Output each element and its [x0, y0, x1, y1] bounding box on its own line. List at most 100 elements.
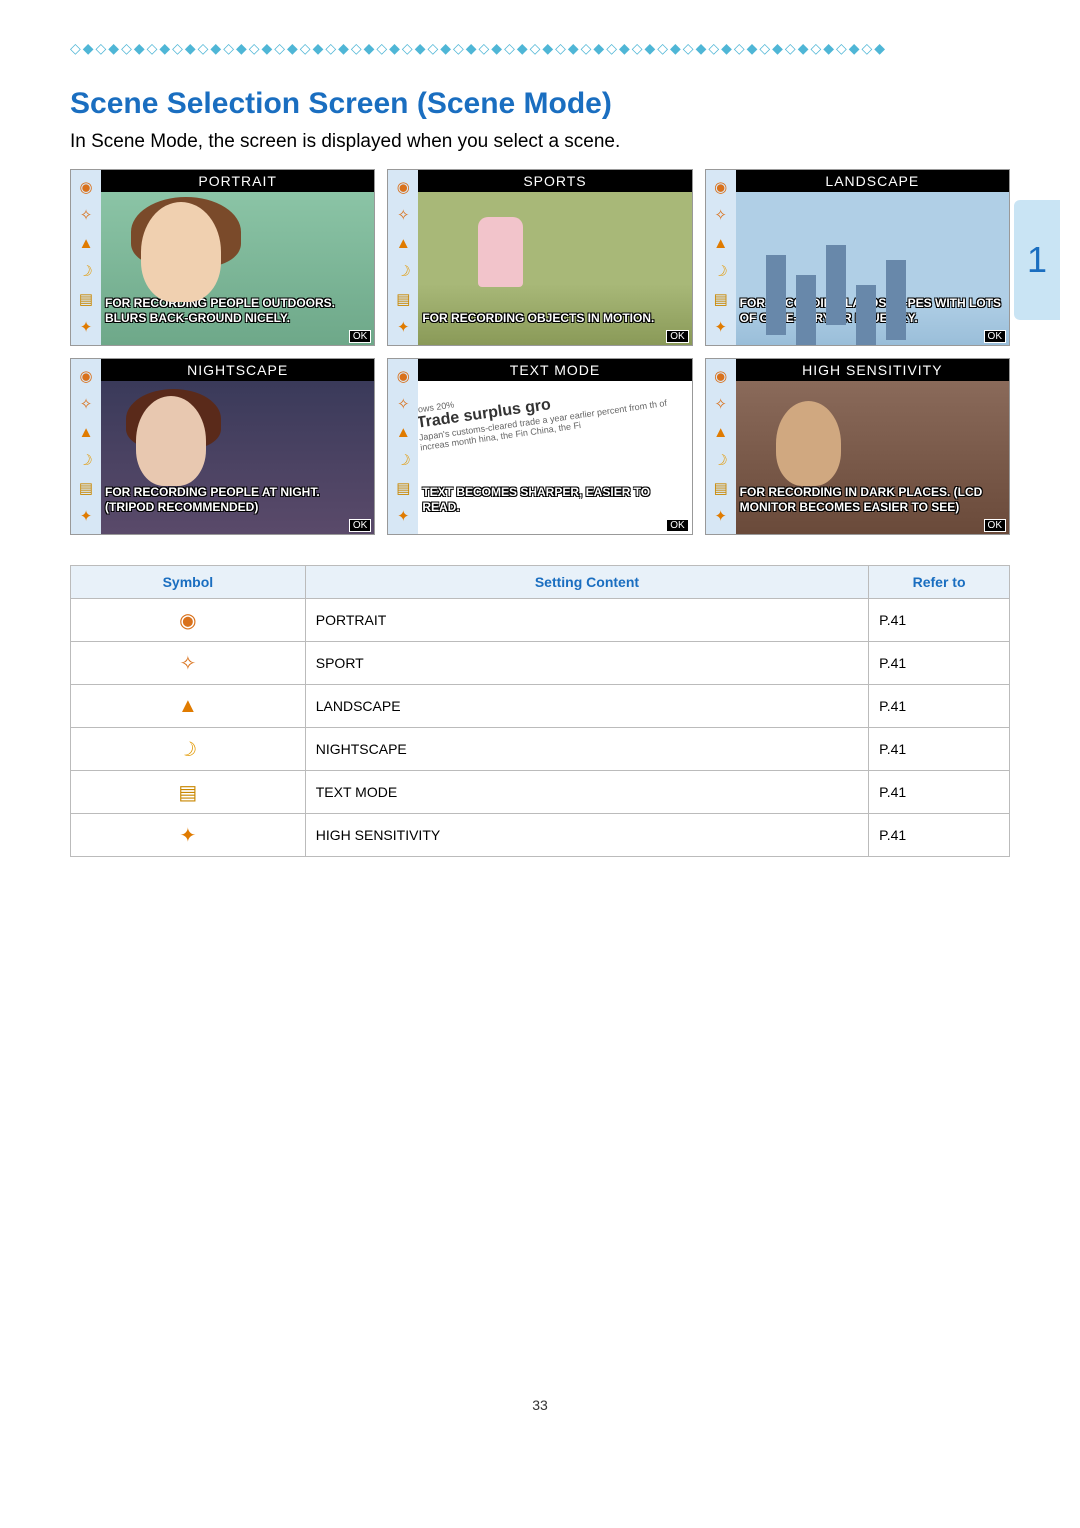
scene-card: ◉✧▲☽▤✦LANDSCAPEFOR RECORDING LANDSCA-PES…	[705, 169, 1010, 346]
symbol-icon: ✧	[179, 653, 196, 675]
mode-icon: ✦	[80, 509, 93, 524]
reference-table: Symbol Setting Content Refer to ◉PORTRAI…	[70, 565, 1010, 857]
symbol-cell: ☽	[71, 728, 306, 771]
ok-badge: OK	[666, 330, 688, 343]
symbol-icon: ▤	[178, 782, 197, 804]
mode-icon: ▤	[79, 481, 93, 496]
symbol-icon: ☽	[175, 734, 200, 764]
scene-card: ◉ ✧ ▲ ☽ ▤ ✦ NIGHTSCAPE FOR RECORDING PEOPLE AT …	[70, 358, 375, 535]
mode-icon: ✧	[714, 397, 727, 412]
mode-icon: ✦	[397, 509, 410, 524]
mode-icon: ▲	[396, 425, 411, 440]
mode-icon: ◉	[714, 369, 727, 384]
scene-desc: FOR RECORDING LANDSCA-PES WITH LOTS OF G…	[740, 296, 1005, 327]
refer-cell: P.41	[869, 599, 1010, 642]
scene-body: FOR RECORDING IN DARK PLACES. (LCD MONIT…	[736, 381, 1009, 534]
mode-icon: ◉	[397, 369, 410, 384]
mode-icon: ☽	[394, 451, 412, 470]
mode-icon: ✦	[80, 320, 93, 335]
table-row: ✦HIGH SENSITIVITYP.41	[71, 814, 1010, 857]
scene-title: LANDSCAPE	[736, 170, 1009, 192]
table-row: ✧ SPORTP.41	[71, 642, 1010, 685]
scene-desc: TEXT BECOMES SHARPER, EASIER TO READ.	[422, 485, 687, 516]
content-cell: NIGHTSCAPE	[305, 728, 868, 771]
mode-icon: ▤	[79, 292, 93, 307]
col-refer: Refer to	[869, 566, 1010, 599]
refer-cell: P.41	[869, 685, 1010, 728]
symbol-icon: ▲	[178, 695, 198, 717]
scene-desc: FOR RECORDING PEOPLE AT NIGHT. (TRIPOD R…	[105, 485, 370, 516]
intro-text: In Scene Mode, the screen is displayed w…	[70, 131, 1010, 153]
mode-icon: ✧	[397, 397, 410, 412]
mode-icon: ▲	[713, 425, 728, 440]
scene-title: HIGH SENSITIVITY	[736, 359, 1009, 381]
refer-cell: P.41	[869, 728, 1010, 771]
scene-main: PORTRAITFOR RECORDING PEOPLE OUTDOORS. B…	[101, 170, 374, 345]
decorative-divider: ◇◆◇◆◇◆◇◆◇◆◇◆◇◆◇◆◇◆◇◆◇◆◇◆◇◆◇◆◇◆◇◆◇◆◇◆◇◆◇◆…	[70, 40, 1010, 57]
mode-icon: ✧	[714, 208, 727, 223]
mode-icon: ✦	[397, 320, 410, 335]
icon-strip: ◉✧▲☽▤✦	[388, 359, 418, 534]
scene-body: FOR RECORDING PEOPLE AT NIGHT. (TRIPOD R…	[101, 381, 374, 534]
mode-icon: ▲	[79, 425, 94, 440]
mode-icon: ◉	[397, 180, 410, 195]
scene-desc: FOR RECORDING IN DARK PLACES. (LCD MONIT…	[740, 485, 1005, 516]
mode-icon: ▤	[396, 292, 410, 307]
scene-desc: FOR RECORDING OBJECTS IN MOTION.	[422, 311, 687, 327]
page-title: Scene Selection Screen (Scene Mode)	[70, 87, 1010, 121]
icon-strip: ◉✧▲☽▤✦	[706, 170, 736, 345]
scene-title: SPORTS	[418, 170, 691, 192]
scene-title: TEXT MODE	[418, 359, 691, 381]
mode-icon: ✧	[80, 397, 93, 412]
scene-main: LANDSCAPE FOR RECORDING LANDSCA-PES WITH …	[736, 170, 1009, 345]
scene-title: PORTRAIT	[101, 170, 374, 192]
col-symbol: Symbol	[71, 566, 306, 599]
ok-badge: OK	[984, 330, 1006, 343]
scene-grid: ◉ ✧ ▲ ☽ ▤ ✦ PORTRAITFOR RECORDING PEOPLE OUTDO…	[70, 169, 1010, 535]
mode-icon: ☽	[77, 451, 95, 470]
content-cell: TEXT MODE	[305, 771, 868, 814]
section-tab: 1	[1014, 200, 1060, 320]
ok-badge: OK	[349, 519, 371, 532]
scene-main: NIGHTSCAPE FOR RECORDING PEOPLE AT NIGHT.…	[101, 359, 374, 534]
content-cell: HIGH SENSITIVITY	[305, 814, 868, 857]
ok-badge: OK	[349, 330, 371, 343]
scene-main: HIGH SENSITIVITY FOR RECORDING IN DARK PL…	[736, 359, 1009, 534]
mode-icon: ▲	[396, 236, 411, 251]
icon-strip: ◉✧▲☽▤✦	[388, 170, 418, 345]
mode-icon: ▤	[714, 292, 728, 307]
scene-body: FOR RECORDING PEOPLE OUTDOORS. BLURS BAC…	[101, 192, 374, 345]
icon-strip: ◉✧▲☽▤✦	[71, 170, 101, 345]
mode-icon: ◉	[79, 369, 92, 384]
mode-icon: ✦	[714, 509, 727, 524]
table-row: ☽ NIGHTSCAPEP.41	[71, 728, 1010, 771]
refer-cell: P.41	[869, 642, 1010, 685]
icon-strip: ◉ ✧ ▲ ☽ ▤ ✦	[71, 359, 101, 534]
mode-icon: ✦	[714, 320, 727, 335]
icon-strip: ◉ ✧ ▲ ☽ ▤ ✦	[706, 359, 736, 534]
symbol-cell: ◉	[71, 599, 306, 642]
mode-icon: ▤	[714, 481, 728, 496]
symbol-cell: ▲	[71, 685, 306, 728]
scene-title: NIGHTSCAPE	[101, 359, 374, 381]
scene-main: SPORTS FOR RECORDING OBJECTS IN MOTION. OK	[418, 170, 691, 345]
scene-card: ◉✧▲☽▤✦PORTRAITFOR RECORDING PEOPLE OUTDO…	[70, 169, 375, 346]
mode-icon: ☽	[712, 451, 730, 470]
ok-badge: OK	[666, 519, 688, 532]
scene-card: ◉ ✧ ▲ ☽ ▤ ✦ HIGH SENSITIVITY FOR RECORDING IN D…	[705, 358, 1010, 535]
mode-icon: ✧	[80, 208, 93, 223]
content-cell: SPORT	[305, 642, 868, 685]
col-content: Setting Content	[305, 566, 868, 599]
symbol-cell: ✧	[71, 642, 306, 685]
scene-card: ◉✧▲☽▤✦SPORTSFOR RECORDING OBJECTS IN MOT…	[387, 169, 692, 346]
scene-card: ◉✧▲☽▤✦TEXT MODErows 20%Trade surplus gro…	[387, 358, 692, 535]
content-cell: PORTRAIT	[305, 599, 868, 642]
scene-body: rows 20%Trade surplus groJapan's customs…	[418, 381, 691, 534]
mode-icon: ▲	[713, 236, 728, 251]
mode-icon: ✧	[397, 208, 410, 223]
content-cell: LANDSCAPE	[305, 685, 868, 728]
refer-cell: P.41	[869, 814, 1010, 857]
mode-icon: ◉	[79, 180, 92, 195]
symbol-cell: ▤	[71, 771, 306, 814]
scene-body: FOR RECORDING OBJECTS IN MOTION. OK	[418, 192, 691, 345]
